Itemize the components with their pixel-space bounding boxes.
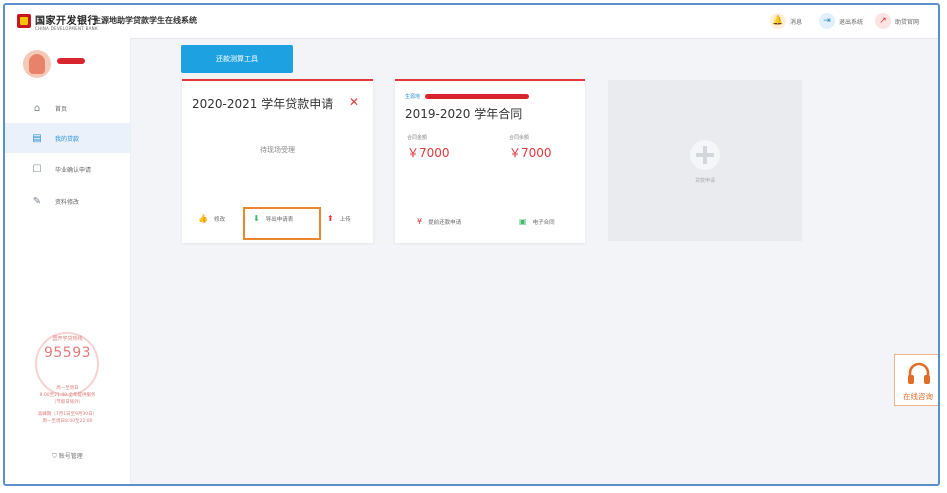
- sidebar-item-label: 我的贷款: [55, 135, 80, 143]
- app-window: 国家开发银行 CHINA DEVELOPMENT BANK 生源地助学贷款学生在…: [3, 3, 940, 486]
- status-text: 待现场受理: [260, 146, 295, 154]
- contract-tag: 生源地: [405, 94, 421, 100]
- new-loan-application-card[interactable]: 贷款申请: [608, 80, 802, 241]
- contract-amount-value: ￥7000: [407, 146, 450, 160]
- external-link-icon: ↗: [875, 13, 891, 29]
- early-repayment-button[interactable]: ¥ 提前还款申请: [417, 217, 461, 226]
- card-title: 2020-2021 学年贷款申请: [192, 97, 334, 111]
- sidebar: ⌂ 首页 ▤ 我的贷款 ☐ 毕业确认申请 ✎ 资料修改 国开学贷热线 95593…: [5, 38, 131, 484]
- upload-label: 上传: [339, 216, 351, 223]
- hotline-hours: 周一至周日: [56, 386, 79, 391]
- contract-amount-label: 合同金额: [407, 135, 428, 141]
- close-icon[interactable]: ✕: [349, 95, 359, 109]
- avatar[interactable]: [23, 50, 51, 78]
- system-title: 生源地助学贷款学生在线系统: [93, 15, 197, 25]
- shield-icon: ⛉: [52, 453, 57, 460]
- upload-icon: ⬆: [327, 214, 334, 223]
- contract-balance-value: ￥7000: [509, 146, 552, 160]
- edit-icon: ✎: [32, 195, 42, 207]
- sidebar-item-profile-edit[interactable]: ✎ 资料修改: [5, 186, 130, 216]
- contract-balance-label: 合同余额: [509, 135, 530, 141]
- top-bar: 国家开发银行 CHINA DEVELOPMENT BANK 生源地助学贷款学生在…: [5, 5, 938, 39]
- hotline-label: 国开学贷热线: [52, 336, 83, 342]
- online-consult-button[interactable]: 在线咨询: [894, 354, 938, 406]
- username-redacted: [57, 58, 85, 64]
- sidebar-item-label: 首页: [55, 105, 68, 113]
- modify-label: 修改: [213, 216, 225, 223]
- bank-name: 国家开发银行: [35, 16, 98, 27]
- hotline-number: 95593: [43, 345, 92, 361]
- thumb-icon: 👍: [198, 214, 208, 223]
- headphones-icon: [908, 362, 930, 384]
- account-label: 账号管理: [58, 453, 83, 460]
- early-repayment-label: 提前还款申请: [428, 219, 462, 226]
- hotline-hours: 8:00至21:00 全年提供服务: [39, 393, 96, 398]
- home-icon: ⌂: [33, 102, 41, 114]
- hotline-hours: （节假日除外）: [51, 400, 84, 405]
- sidebar-item-my-loans[interactable]: ▤ 我的贷款: [5, 123, 130, 153]
- document-icon: ▤: [32, 132, 42, 144]
- highlight-box: [243, 207, 321, 240]
- card-title: 2019-2020 学年合同: [405, 107, 523, 121]
- e-contract-label: 电子合同: [532, 219, 555, 226]
- modify-button[interactable]: 👍 修改: [198, 214, 225, 223]
- contract-card: 生源地 2019-2020 学年合同 合同金额 ￥7000 合同余额 ￥7000…: [395, 79, 585, 243]
- messages-label: 消息: [790, 18, 803, 26]
- e-contract-button[interactable]: ▣ 电子合同: [519, 217, 555, 226]
- repayment-calculator-button[interactable]: 还款测算工具: [181, 45, 293, 73]
- sidebar-item-home[interactable]: ⌂ 首页: [5, 93, 130, 123]
- bell-icon: 🔔: [770, 13, 786, 29]
- official-site-label: 助贷官网: [895, 18, 920, 26]
- new-application-label: 贷款申请: [694, 178, 715, 184]
- hotline-hours: 高峰期（7月1日至9月30日）: [37, 412, 98, 417]
- yen-icon: ¥: [417, 217, 423, 226]
- logout-button[interactable]: ⇥ 退出系统: [819, 12, 863, 30]
- upload-button[interactable]: ⬆ 上传: [327, 214, 351, 223]
- redaction-mark: [425, 94, 529, 99]
- logout-label: 退出系统: [839, 18, 864, 26]
- plus-icon: [690, 140, 720, 170]
- sidebar-item-graduation[interactable]: ☐ 毕业确认申请: [5, 154, 130, 184]
- sidebar-item-label: 资料修改: [55, 198, 80, 206]
- bank-logo-icon: [17, 14, 31, 28]
- messages-button[interactable]: 🔔 消息: [770, 12, 802, 30]
- online-consult-label: 在线咨询: [903, 392, 933, 401]
- contract-icon: ▣: [519, 217, 527, 226]
- hotline-hours: 周一至周日8:00至22:00: [42, 419, 93, 424]
- sidebar-item-label: 毕业确认申请: [55, 166, 92, 174]
- bank-name-en: CHINA DEVELOPMENT BANK: [35, 26, 98, 31]
- logout-icon: ⇥: [819, 13, 835, 29]
- graduation-icon: ☐: [32, 163, 42, 175]
- account-management-link[interactable]: ⛉ 账号管理: [5, 451, 130, 461]
- official-site-button[interactable]: ↗ 助贷官网: [875, 12, 919, 30]
